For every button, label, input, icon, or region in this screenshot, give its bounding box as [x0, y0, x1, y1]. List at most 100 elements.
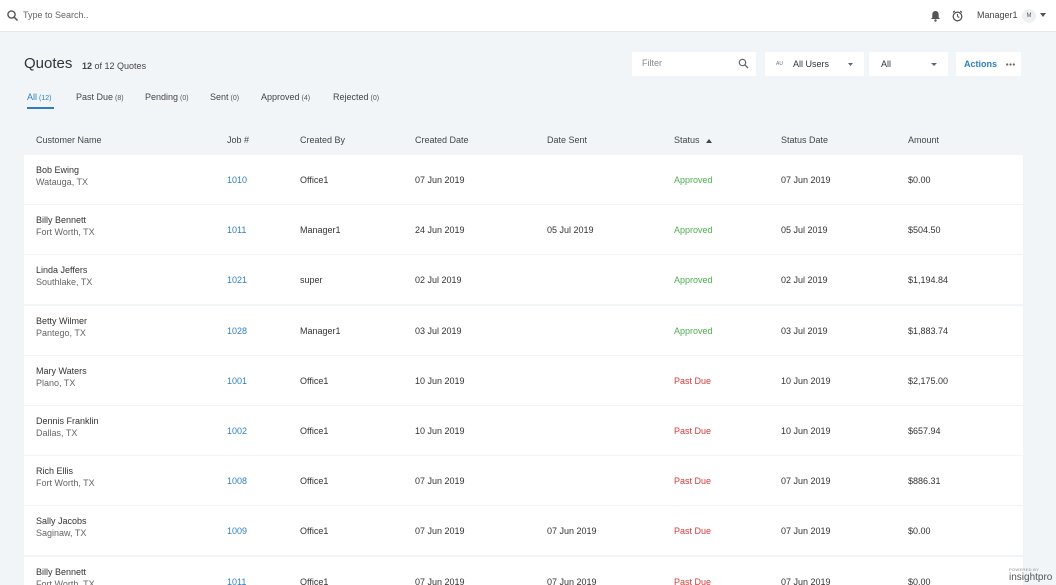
chevron-down-icon[interactable]: [1040, 13, 1046, 17]
column-header-job[interactable]: Job #: [227, 135, 249, 145]
job-number-link[interactable]: 1001: [227, 376, 247, 386]
column-header-status-date[interactable]: Status Date: [781, 135, 828, 145]
filter-input[interactable]: [642, 58, 732, 68]
actions-button[interactable]: Actions: [956, 52, 1021, 76]
status-text: Approved: [674, 275, 713, 286]
column-header-status-label: Status: [674, 135, 700, 145]
created-by: Office1: [300, 476, 329, 487]
customer-location: Dallas, TX: [36, 428, 78, 438]
created-date: 10 Jun 2019: [415, 426, 465, 436]
status-select[interactable]: All: [869, 52, 948, 76]
page-title: Quotes: [24, 55, 73, 72]
customer-name: Billy Bennett: [36, 215, 87, 226]
amount: $1,194.84: [908, 275, 949, 286]
job-number-link[interactable]: 1008: [227, 476, 247, 486]
quotes-table: Customer Name Job # Created By Created D…: [24, 126, 1023, 585]
table-row[interactable]: Rich Ellis Fort Worth, TX 1008 Office1 07 Ju…: [24, 456, 1023, 506]
column-header-date-sent[interactable]: Date Sent: [547, 135, 587, 145]
status-text: Past Due: [674, 526, 712, 537]
column-header-amount[interactable]: Amount: [908, 135, 939, 145]
tab-label: Sent: [210, 92, 229, 102]
tab-label: Rejected: [333, 92, 369, 102]
table-row[interactable]: Sally Jacobs Saginaw, TX 1009 Office1 07 Jun…: [24, 506, 1023, 556]
created-by: Manager1: [300, 325, 341, 336]
alarm-clock-icon[interactable]: [951, 9, 964, 23]
column-header-created-date[interactable]: Created Date: [415, 135, 469, 145]
status-select-label: All: [881, 59, 892, 69]
created-date: 02 Jul 2019: [415, 275, 462, 286]
table-row[interactable]: Billy Bennett Fort Worth, TX 1011 Manager1 2…: [24, 205, 1023, 255]
amount: $657.94: [908, 426, 941, 436]
status-date: 05 Jul 2019: [781, 225, 828, 236]
table-row[interactable]: Billy Bennett Fort Worth, TX 1011 Office1 07…: [24, 556, 1023, 585]
created-date: 07 Jun 2019: [415, 576, 465, 585]
tab-label: Approved: [261, 92, 300, 102]
customer-location: Saginaw, TX: [36, 528, 87, 539]
job-number-link[interactable]: 1011: [227, 225, 246, 235]
status-text: Past Due: [674, 576, 712, 585]
tab-count: (4): [301, 95, 311, 102]
tab-label: Pending: [145, 92, 179, 102]
tab-past-due[interactable]: Past Due (8): [76, 92, 124, 110]
search-icon[interactable]: [6, 9, 20, 23]
column-header-customer[interactable]: Customer Name: [36, 135, 102, 145]
bell-icon[interactable]: [929, 9, 942, 23]
table-row[interactable]: Linda Jeffers Southlake, TX 1021 super 02 Ju…: [24, 255, 1023, 305]
filter-field[interactable]: [632, 52, 756, 76]
created-date: 07 Jun 2019: [415, 476, 465, 487]
customer-name: Linda Jeffers: [36, 265, 88, 276]
job-number-link[interactable]: 1021: [227, 275, 247, 285]
amount: $2,175.00: [908, 375, 949, 386]
status-date: 07 Jun 2019: [781, 476, 831, 487]
status-text: Past Due: [674, 476, 712, 487]
status-date: 07 Jun 2019: [781, 526, 831, 537]
global-search-input[interactable]: Type to Search..: [23, 10, 89, 20]
status-text: Approved: [674, 225, 713, 236]
created-by: Office1: [300, 426, 329, 436]
date-sent: 07 Jun 2019: [547, 576, 597, 585]
created-by: super: [300, 275, 323, 286]
users-select[interactable]: AU All Users: [765, 52, 864, 76]
table-row[interactable]: Mary Waters Plano, TX 1001 Office1 10 Jun 20…: [24, 355, 1023, 405]
job-number-link[interactable]: 1010: [227, 175, 247, 185]
created-by: Office1: [300, 375, 329, 386]
job-number-link[interactable]: 1011: [227, 577, 246, 585]
quote-count: 12 of 12 Quotes: [82, 61, 146, 71]
customer-location: Watauga, TX: [36, 177, 89, 187]
tab-pending[interactable]: Pending (0): [145, 92, 189, 110]
status-date: 07 Jun 2019: [781, 175, 831, 185]
customer-location: Fort Worth, TX: [36, 227, 95, 238]
customer-name: Bob Ewing: [36, 165, 80, 175]
amount: $0.00: [908, 526, 931, 537]
job-number-link[interactable]: 1002: [227, 426, 247, 436]
table-row[interactable]: Dennis Franklin Dallas, TX 1002 Office1 10 J…: [24, 406, 1023, 455]
top-bar: Type to Search.. Manager1 M: [0, 0, 1056, 32]
date-sent: 07 Jun 2019: [547, 526, 597, 537]
status-date: 02 Jul 2019: [781, 275, 828, 286]
created-date: 07 Jun 2019: [415, 526, 465, 537]
customer-name: Dennis Franklin: [36, 416, 99, 426]
status-date: 10 Jun 2019: [781, 426, 831, 436]
job-number-link[interactable]: 1009: [227, 526, 247, 536]
job-number-link[interactable]: 1028: [227, 326, 247, 336]
more-dots-icon: [1006, 63, 1015, 66]
column-header-created-by[interactable]: Created By: [300, 135, 345, 145]
table-row[interactable]: Bob Ewing Watauga, TX 1010 Office1 07 Jun 20…: [24, 155, 1023, 204]
tab-approved[interactable]: Approved (4): [261, 92, 310, 110]
tab-sent[interactable]: Sent (0): [210, 92, 239, 110]
avatar[interactable]: M: [1022, 9, 1036, 23]
status-text: Approved: [674, 175, 713, 185]
search-icon[interactable]: [738, 58, 749, 69]
table-row[interactable]: Betty Wilmer Pantego, TX 1028 Manager1 03 Ju…: [24, 305, 1023, 355]
table-header: Customer Name Job # Created By Created D…: [24, 126, 1023, 154]
customer-name: Billy Bennett: [36, 566, 87, 577]
tab-rejected[interactable]: Rejected (0): [333, 92, 379, 110]
status-text: Past Due: [674, 375, 712, 386]
created-date: 10 Jun 2019: [415, 375, 465, 386]
tab-count: (0): [230, 95, 240, 102]
users-select-label: All Users: [793, 59, 830, 69]
amount: $0.00: [908, 576, 931, 585]
status-date: 07 Jun 2019: [781, 576, 831, 585]
user-name[interactable]: Manager1: [977, 10, 1018, 20]
column-header-status[interactable]: Status: [674, 135, 712, 145]
